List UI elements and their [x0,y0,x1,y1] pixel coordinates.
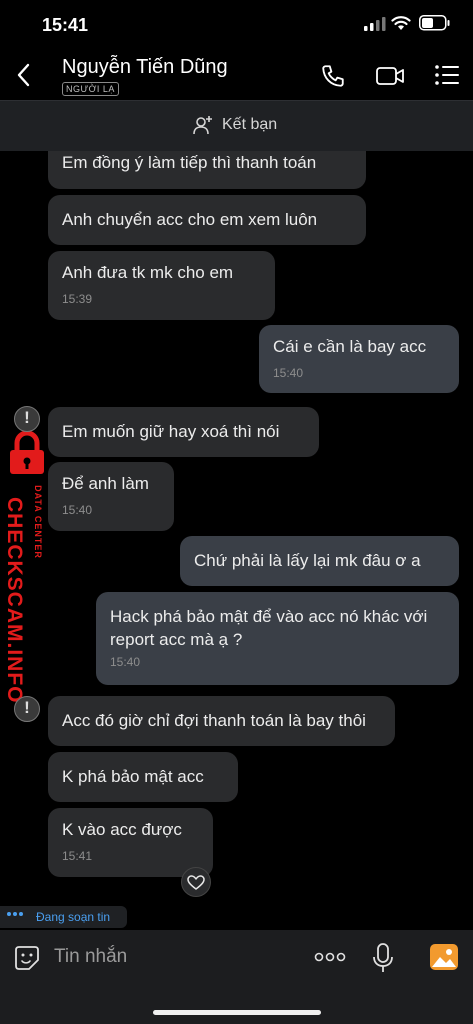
message-bubble[interactable]: K vào acc được 15:41 [48,808,213,877]
message-bubble[interactable]: Em muốn giữ hay xoá thì nói [48,407,319,457]
typing-label: Đang soạn tin [36,910,111,924]
react-button[interactable] [181,867,211,897]
message-text: Anh đưa tk mk cho em [62,263,234,282]
stranger-tag: NGƯỜI LẠ [62,82,119,96]
back-arrow-icon[interactable] [14,62,34,88]
message-list[interactable]: Em đồng ý làm tiếp thì thanh toán Anh ch… [0,151,473,930]
menu-list-icon[interactable] [434,64,460,86]
message-text: K vào acc được [62,820,182,839]
sender-avatar[interactable] [14,696,40,722]
battery-icon [419,15,450,31]
message-bubble[interactable]: Anh chuyển acc cho em xem luôn [48,195,366,245]
message-bubble[interactable]: Anh đưa tk mk cho em 15:39 [48,251,275,320]
typing-dots-icon [7,912,23,916]
status-bar: 15:41 [0,0,473,50]
image-gallery-icon[interactable] [429,943,459,971]
microphone-icon[interactable] [372,942,394,974]
add-user-icon [193,116,212,135]
message-text: Em đồng ý làm tiếp thì thanh toán [62,153,317,172]
message-text: Acc đó giờ chỉ đợi thanh toán là bay thô… [62,711,366,730]
heart-icon [187,875,205,890]
message-bubble[interactable]: K phá bảo mật acc [48,752,238,802]
message-bubble[interactable]: Cái e cần là bay acc 15:40 [259,325,459,393]
message-text: Chứ phải là lấy lại mk đâu ơ a [194,551,421,570]
message-bubble[interactable]: Hack phá bảo mật để vào acc nó khác với … [96,592,459,685]
message-time: 15:40 [273,366,304,380]
message-input[interactable]: Tin nhắn [54,946,127,968]
sender-avatar[interactable] [14,406,40,432]
message-text: Em muốn giữ hay xoá thì nói [62,422,280,441]
message-text: Cái e cần là bay acc [273,337,427,356]
status-time: 15:41 [42,15,89,35]
message-bubble[interactable]: Để anh làm 15:40 [48,462,174,531]
sticker-icon[interactable] [13,944,41,972]
add-friend-button[interactable]: Kết bạn [192,114,277,136]
message-time: 15:40 [110,655,141,669]
signal-icon [364,17,386,31]
message-time: 15:41 [62,849,93,863]
message-time: 15:40 [62,503,93,517]
message-bubble[interactable]: Chứ phải là lấy lại mk đâu ơ a [180,536,459,586]
home-indicator [153,1010,321,1015]
message-text: Hack phá bảo mật để vào acc nó khác với … [110,607,428,649]
add-friend-label: Kết bạn [222,116,278,133]
message-text: Để anh làm [62,474,149,493]
message-bubble[interactable]: Acc đó giờ chỉ đợi thanh toán là bay thô… [48,696,395,746]
message-bubble[interactable]: Em đồng ý làm tiếp thì thanh toán [48,151,366,189]
message-text: Anh chuyển acc cho em xem luôn [62,210,318,229]
wifi-icon [391,16,411,30]
message-time: 15:39 [62,292,93,306]
typing-indicator: Đang soạn tin [0,906,127,928]
video-camera-icon[interactable] [375,63,405,89]
message-text: K phá bảo mật acc [62,767,204,786]
phone-icon[interactable] [320,63,346,89]
more-icon[interactable] [313,950,347,964]
contact-name[interactable]: Nguyễn Tiến Dũng [62,56,228,79]
